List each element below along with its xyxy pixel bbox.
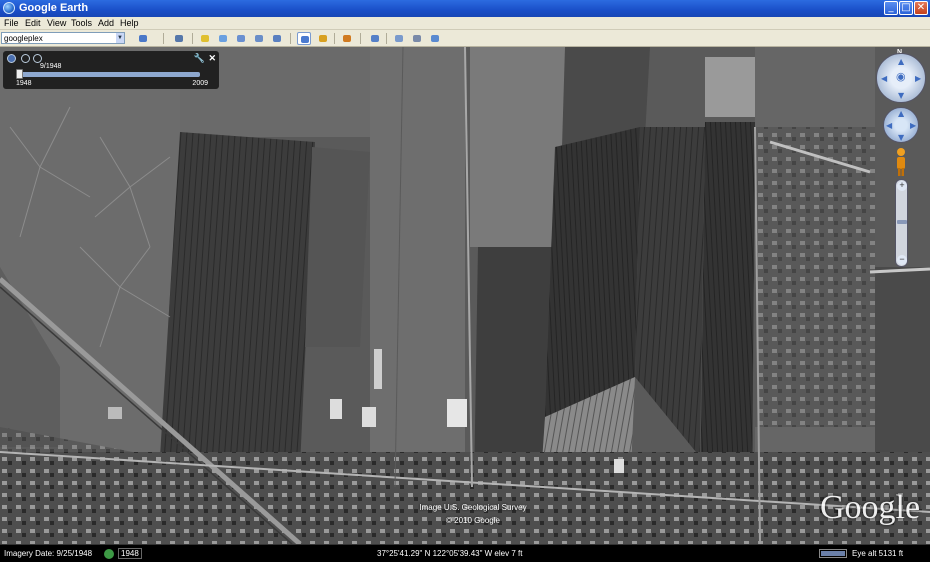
credit-source: Image U.S. Geological Survey (419, 503, 527, 512)
move-up-arrow-icon[interactable]: ▲ (898, 110, 904, 118)
window-title: Google Earth (19, 2, 89, 14)
credit-copyright: © 2010 Google (446, 516, 500, 525)
zoom-out-button[interactable]: − (897, 255, 907, 265)
google-logo: Google (820, 489, 921, 526)
zoom-out-time-icon[interactable] (21, 54, 30, 63)
hide-sidebar-icon[interactable] (172, 32, 186, 45)
current-date-label: 9/1948 (40, 63, 62, 70)
menu-edit[interactable]: Edit (25, 18, 41, 28)
pointer-coordinates: 37°25'41.29" N 122°05'39.43" W elev 7 ft (377, 549, 523, 558)
end-year-label: 2009 (192, 80, 208, 87)
zoom-slider[interactable]: + − (895, 179, 908, 267)
map-view[interactable]: 🔧 ✕ 9/1948 1948 2009 N ▲ ▼ ◀ ▶ ◉ ▲ ▼ ◀ ▶… (0, 47, 930, 544)
look-up-arrow-icon[interactable]: ▲ (898, 58, 904, 66)
status-bar: Imagery Date: 9/25/1948 1948 37°25'41.29… (0, 544, 930, 562)
streaming-progress-icon (819, 549, 847, 558)
historical-year-badge[interactable]: 1948 (118, 548, 142, 559)
look-joystick[interactable]: ▲ ▼ ◀ ▶ ◉ (876, 53, 926, 103)
move-left-arrow-icon[interactable]: ◀ (886, 122, 892, 130)
view-in-maps-icon[interactable] (428, 32, 442, 45)
planets-icon[interactable] (340, 32, 354, 45)
menu-add[interactable]: Add (98, 18, 114, 28)
maximize-button[interactable]: □ (899, 1, 913, 15)
look-down-arrow-icon[interactable]: ▼ (898, 92, 904, 100)
google-earth-icon (3, 2, 15, 14)
title-bar: Google Earth _ □ ✕ (0, 0, 930, 17)
imagery-date: Imagery Date: 9/25/1948 (4, 549, 93, 558)
start-year-label: 1948 (16, 80, 32, 87)
menu-help[interactable]: Help (120, 18, 139, 28)
zoom-in-button[interactable]: + (897, 181, 907, 191)
minimize-button[interactable]: _ (884, 1, 898, 15)
clock-icon[interactable] (7, 54, 16, 63)
image-overlay-icon[interactable] (252, 32, 266, 45)
zoom-in-time-icon[interactable] (33, 54, 42, 63)
look-right-arrow-icon[interactable]: ▶ (915, 75, 921, 83)
aerial-imagery (0, 47, 930, 544)
placemark-icon[interactable] (198, 32, 212, 45)
toolbar: ▼ (0, 30, 930, 47)
zoom-slider-thumb[interactable] (897, 220, 907, 224)
street-view-pegman-icon[interactable] (895, 147, 907, 177)
search-input[interactable] (1, 32, 125, 44)
polygon-icon[interactable] (216, 32, 230, 45)
close-button[interactable]: ✕ (914, 1, 928, 15)
ruler-icon[interactable] (368, 32, 382, 45)
search-button-icon[interactable] (136, 32, 150, 45)
historical-imagery-status-icon[interactable] (104, 549, 114, 559)
toolbar-separator (290, 33, 291, 44)
toolbar-separator (334, 33, 335, 44)
historical-imagery-icon[interactable] (297, 32, 311, 45)
path-icon[interactable] (234, 32, 248, 45)
print-icon[interactable] (410, 32, 424, 45)
move-right-arrow-icon[interactable]: ▶ (910, 122, 916, 130)
time-slider-track[interactable] (16, 69, 200, 79)
time-slider-thumb[interactable] (16, 69, 23, 79)
record-tour-icon[interactable] (270, 32, 284, 45)
menu-view[interactable]: View (47, 18, 66, 28)
toolbar-separator (192, 33, 193, 44)
email-icon[interactable] (392, 32, 406, 45)
move-down-arrow-icon[interactable]: ▼ (898, 134, 904, 142)
menu-tools[interactable]: Tools (71, 18, 92, 28)
look-left-arrow-icon[interactable]: ◀ (881, 75, 887, 83)
menu-file[interactable]: File (4, 18, 19, 28)
historical-imagery-slider[interactable]: 🔧 ✕ 9/1948 1948 2009 (3, 51, 219, 89)
menu-bar: File Edit View Tools Add Help (0, 17, 930, 30)
sunlight-icon[interactable] (316, 32, 330, 45)
search-dropdown-icon[interactable]: ▼ (116, 33, 124, 43)
eye-icon: ◉ (896, 70, 906, 83)
close-slider-icon[interactable]: ✕ (208, 53, 216, 64)
settings-wrench-icon[interactable]: 🔧 (194, 53, 205, 64)
toolbar-separator (163, 33, 164, 44)
move-joystick[interactable]: ▲ ▼ ◀ ▶ (883, 107, 919, 143)
eye-altitude: Eye alt 5131 ft (852, 549, 904, 558)
toolbar-separator (360, 33, 361, 44)
imagery-credit: Image U.S. Geological Survey © 2010 Goog… (408, 503, 538, 529)
toolbar-separator (386, 33, 387, 44)
